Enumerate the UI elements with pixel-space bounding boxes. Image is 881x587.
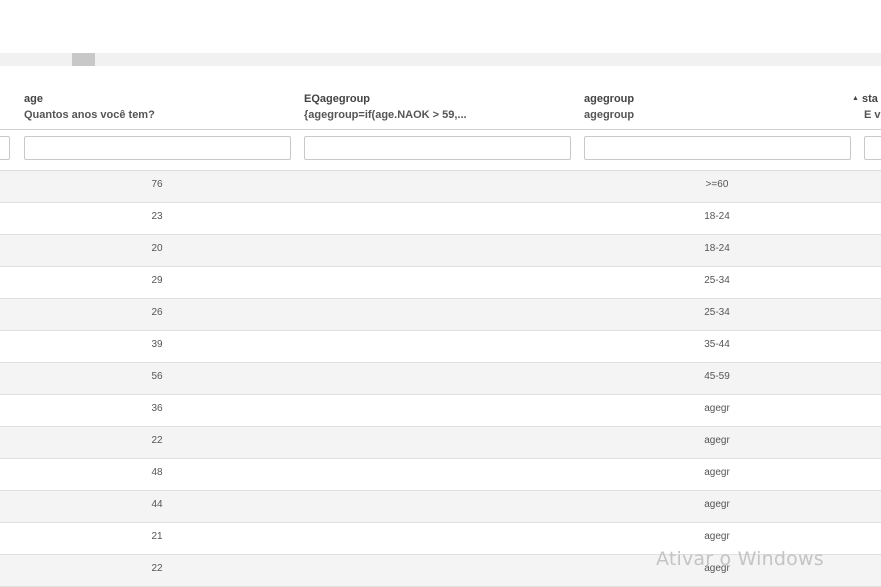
column-question: agegroup	[584, 109, 635, 121]
cell-eqagegroup	[304, 363, 570, 394]
filter-input-age[interactable]	[24, 136, 291, 160]
cell-eqagegroup	[304, 555, 570, 586]
cell-eqagegroup	[304, 267, 570, 298]
cell-eqagegroup	[304, 459, 570, 490]
column-header-age[interactable]: age Quantos anos você tem?	[24, 91, 294, 123]
cell-agegroup: 35-44	[704, 339, 730, 350]
cell-age: 22	[151, 435, 163, 446]
table-row[interactable]: 44 agegr	[0, 491, 881, 523]
column-name: sta	[862, 93, 878, 105]
cell-agegroup: 25-34	[704, 275, 730, 286]
cell-age: 76	[151, 179, 163, 190]
cell-age: 48	[151, 467, 163, 478]
table-row[interactable]: 26 25-34	[0, 299, 881, 331]
cell-eqagegroup	[304, 491, 570, 522]
table-row[interactable]: 39 35-44	[0, 331, 881, 363]
column-name: EQagegroup	[304, 93, 371, 105]
cell-agegroup: 18-24	[704, 211, 730, 222]
cell-agegroup: 25-34	[704, 307, 730, 318]
cell-eqagegroup	[304, 171, 570, 202]
filter-input-status[interactable]	[864, 136, 881, 160]
cell-agegroup: agegr	[704, 467, 730, 478]
cell-age: 39	[151, 339, 163, 350]
column-name: agegroup	[584, 93, 635, 105]
cell-age: 29	[151, 275, 163, 286]
table-header: age Quantos anos você tem? EQagegroup {a…	[0, 67, 881, 130]
cell-agegroup: agegr	[704, 403, 730, 414]
horizontal-scrollbar[interactable]	[0, 53, 881, 66]
cell-age: 23	[151, 211, 163, 222]
cell-age: 56	[151, 371, 163, 382]
cell-age: 20	[151, 243, 163, 254]
cell-agegroup: 18-24	[704, 243, 730, 254]
filter-input-eqagegroup[interactable]	[304, 136, 571, 160]
cell-eqagegroup	[304, 235, 570, 266]
sort-ascending-icon: ▲	[852, 95, 859, 102]
column-header-status[interactable]: ▲ sta E v	[852, 91, 881, 123]
table-row[interactable]: 23 18-24	[0, 203, 881, 235]
cell-agegroup: >=60	[705, 179, 729, 190]
filter-input-agegroup[interactable]	[584, 136, 851, 160]
filter-input-prev-column[interactable]	[0, 136, 10, 160]
column-header-eqagegroup[interactable]: EQagegroup {agegroup=if(age.NAOK > 59,..…	[304, 91, 574, 123]
scrollbar-thumb[interactable]	[72, 53, 95, 66]
table-row[interactable]: 36 agegr	[0, 395, 881, 427]
table-row[interactable]: 48 agegr	[0, 459, 881, 491]
cell-eqagegroup	[304, 203, 570, 234]
cell-age: 44	[151, 499, 163, 510]
cell-eqagegroup	[304, 299, 570, 330]
table-body: 76 >=60 23 18-24 20 18-24 29 25-34 26 25-34 39 35-4…	[0, 171, 881, 587]
table-row[interactable]: 56 45-59	[0, 363, 881, 395]
cell-agegroup: agegr	[704, 499, 730, 510]
column-question: {agegroup=if(age.NAOK > 59,...	[304, 109, 467, 121]
cell-age: 26	[151, 307, 163, 318]
column-header-agegroup[interactable]: agegroup agegroup	[584, 91, 854, 123]
cell-eqagegroup	[304, 395, 570, 426]
table-row[interactable]: 29 25-34	[0, 267, 881, 299]
cell-agegroup: 45-59	[704, 371, 730, 382]
filter-row	[0, 130, 881, 171]
cell-eqagegroup	[304, 523, 570, 554]
cell-age: 21	[151, 531, 163, 542]
cell-eqagegroup	[304, 331, 570, 362]
table-row[interactable]: 20 18-24	[0, 235, 881, 267]
column-question: E v	[864, 109, 881, 121]
cell-eqagegroup	[304, 427, 570, 458]
column-name: age	[24, 93, 43, 105]
table-row[interactable]: 22 agegr	[0, 427, 881, 459]
cell-age: 36	[151, 403, 163, 414]
table-row[interactable]: 76 >=60	[0, 171, 881, 203]
cell-age: 22	[151, 563, 163, 574]
column-question: Quantos anos você tem?	[24, 109, 155, 121]
cell-agegroup: agegr	[704, 435, 730, 446]
